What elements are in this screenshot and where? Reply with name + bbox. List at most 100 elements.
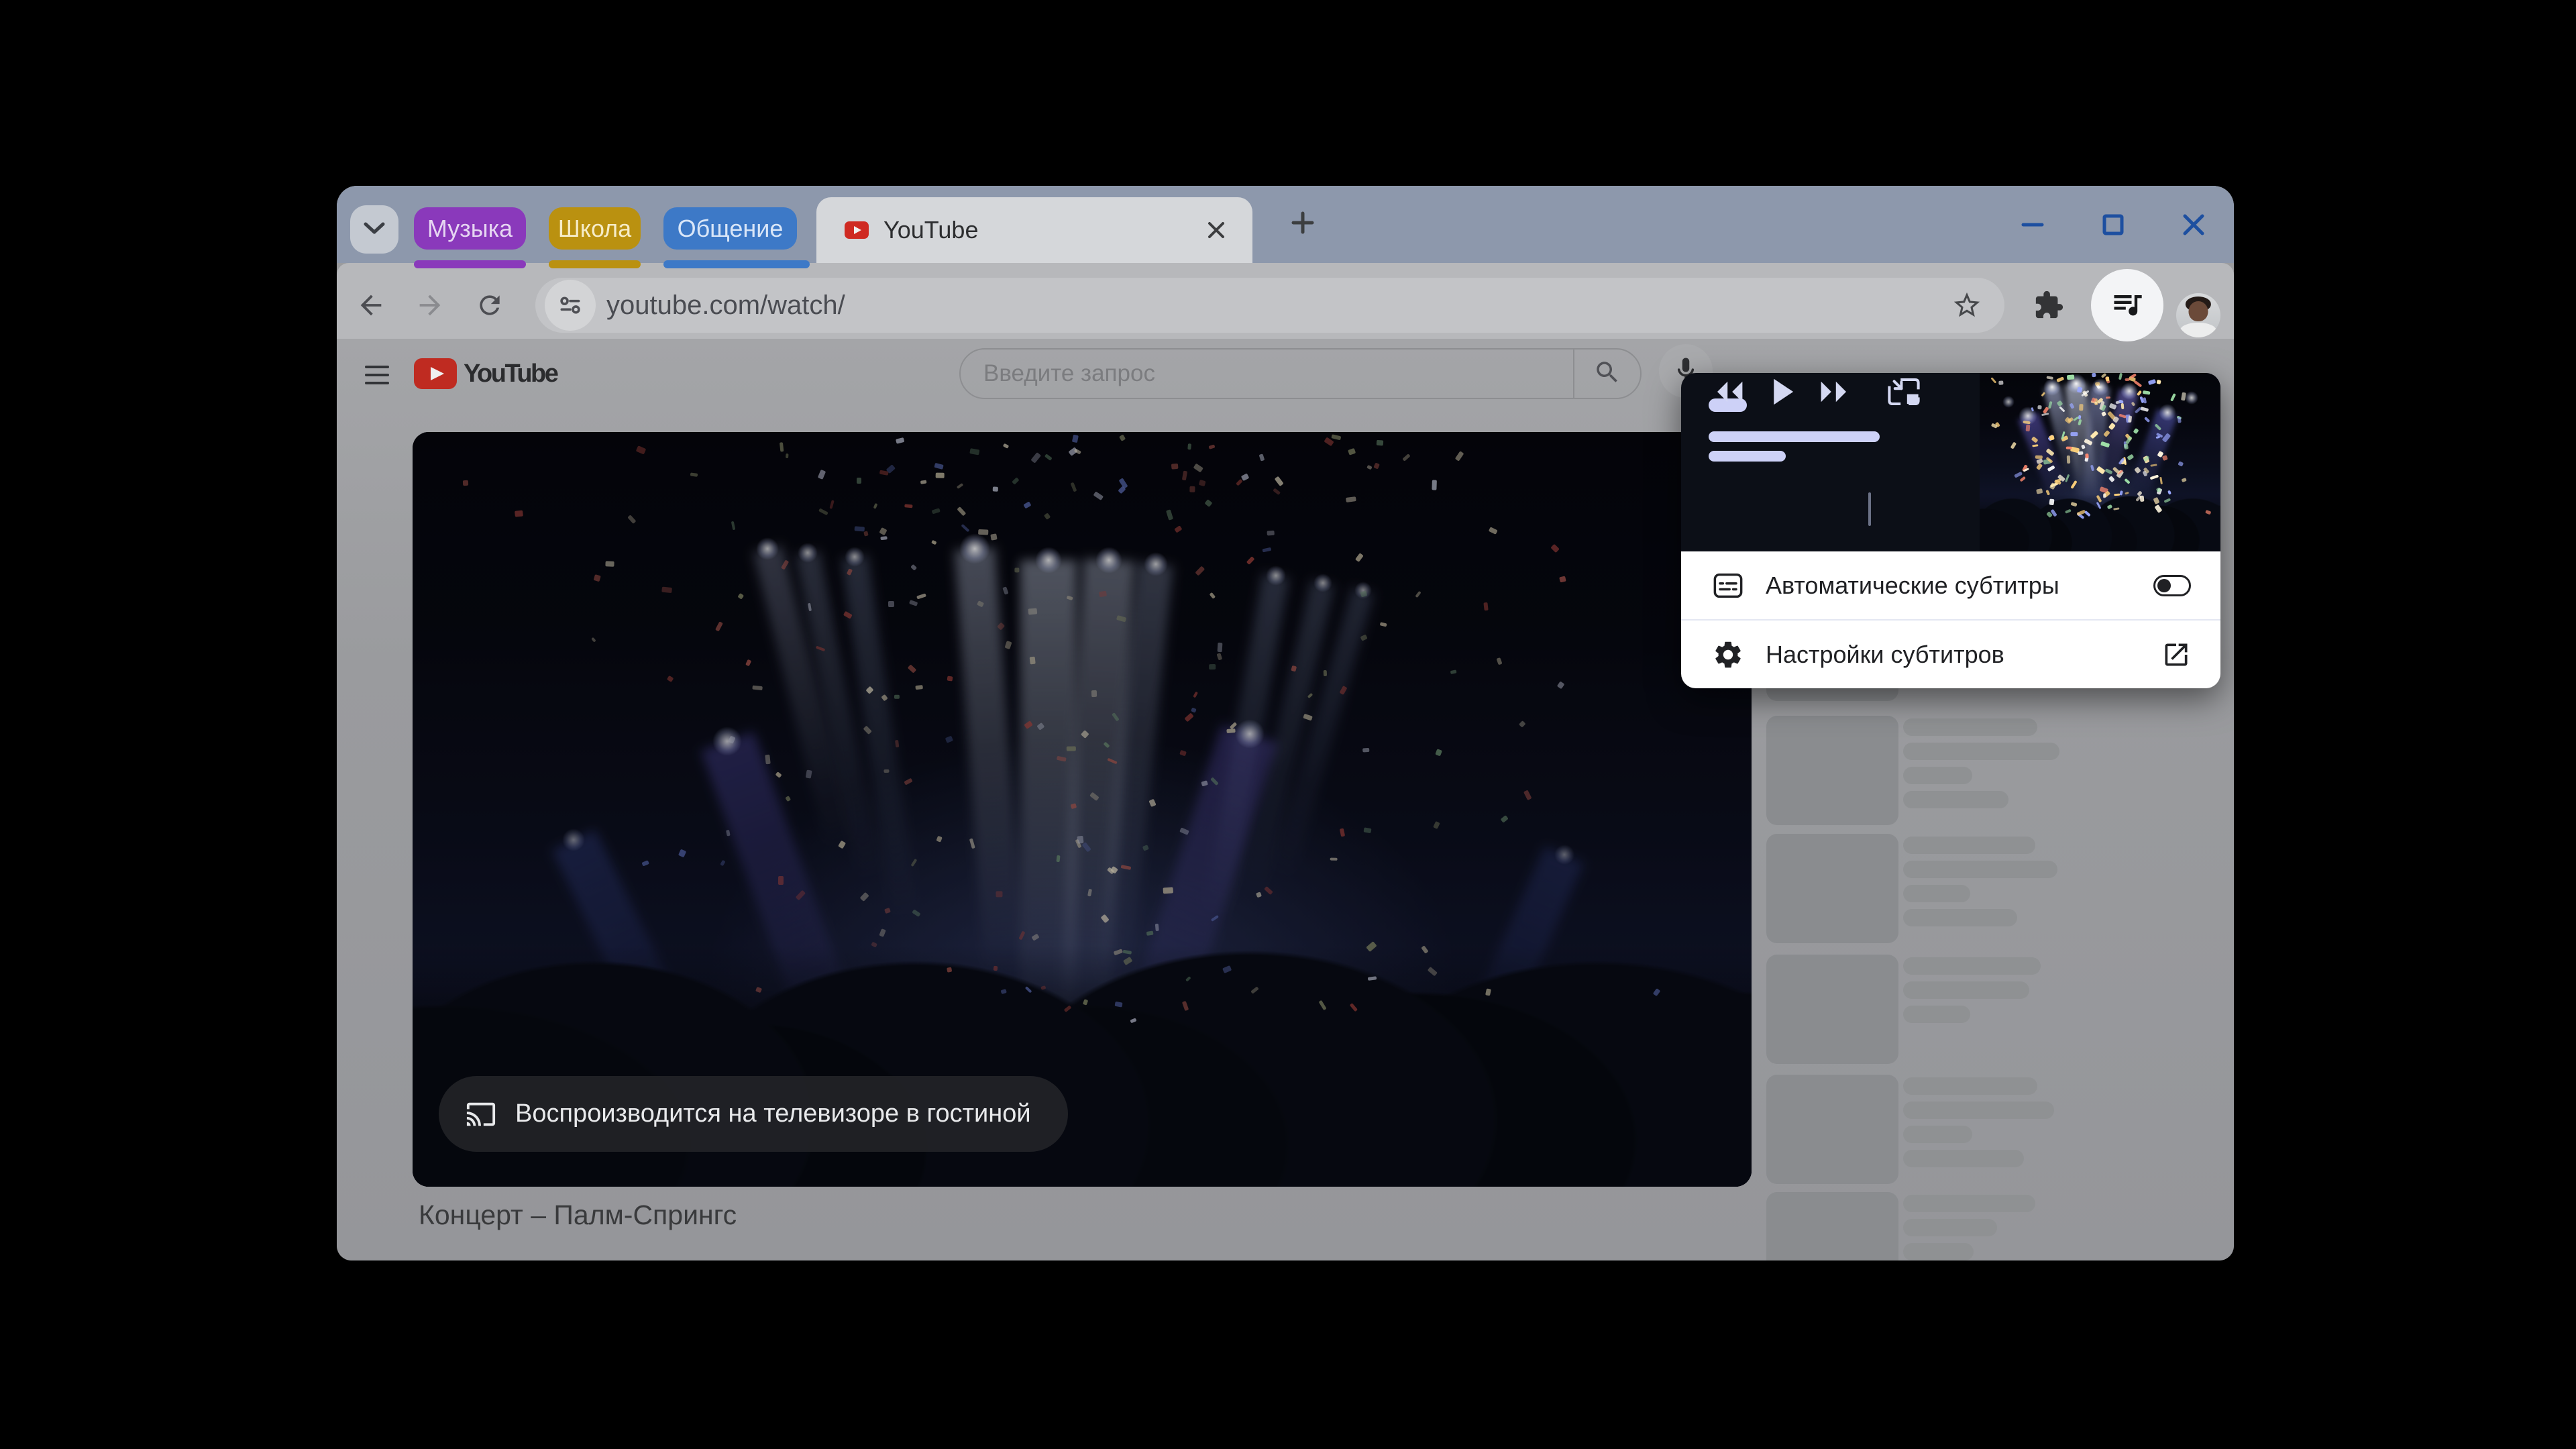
tab-group-label: Общение bbox=[678, 215, 784, 243]
skeleton-line bbox=[1903, 909, 2017, 926]
skeleton-line bbox=[1903, 767, 1972, 784]
tab-group-underline-school bbox=[549, 260, 641, 268]
search-button[interactable] bbox=[1573, 348, 1640, 399]
skeleton-line bbox=[1903, 885, 1970, 902]
concert-video-frame bbox=[413, 432, 1752, 1187]
skeleton-thumbnail bbox=[1766, 716, 1898, 825]
captions-icon bbox=[1711, 571, 1746, 600]
skeleton-line bbox=[1903, 1195, 2035, 1212]
skeleton-line bbox=[1903, 1150, 2024, 1167]
tab-group-school[interactable]: Школа bbox=[549, 207, 641, 250]
media-controls-popup: Автоматические субтитры Настройки субтит… bbox=[1681, 373, 2220, 688]
controls-divider bbox=[1868, 492, 1871, 526]
window-controls bbox=[2011, 186, 2215, 263]
new-tab-button[interactable] bbox=[1284, 205, 1322, 243]
next-track-button[interactable] bbox=[1813, 373, 1856, 411]
tab-group-underline-chat bbox=[663, 260, 810, 268]
extensions-icon[interactable] bbox=[2027, 284, 2070, 327]
skeleton-line bbox=[1903, 957, 2041, 975]
open-in-new-icon bbox=[2161, 640, 2191, 669]
skeleton-line bbox=[1903, 718, 2037, 736]
picture-in-picture-button[interactable] bbox=[1882, 373, 1925, 411]
skeleton-row bbox=[1766, 955, 2222, 1069]
skeleton-thumbnail bbox=[1766, 955, 1898, 1064]
youtube-wordmark: YouTube bbox=[464, 360, 557, 388]
play-button[interactable] bbox=[1762, 373, 1805, 411]
skeleton-line bbox=[1903, 1006, 1970, 1023]
tab-close-button[interactable] bbox=[1199, 213, 1234, 248]
media-title-placeholder bbox=[1709, 431, 1880, 442]
back-button[interactable] bbox=[350, 284, 392, 327]
cast-icon bbox=[466, 1099, 496, 1130]
video-player[interactable]: Воспроизводится на телевизоре в гостиной bbox=[413, 432, 1752, 1187]
browser-window: Музыка Школа Общение YouTube bbox=[337, 186, 2234, 1260]
youtube-logo[interactable]: YouTube bbox=[414, 358, 557, 389]
skeleton-thumbnail bbox=[1766, 834, 1898, 943]
skeleton-line bbox=[1903, 981, 2029, 999]
playlist-music-icon bbox=[2110, 286, 2145, 325]
skeleton-row bbox=[1766, 716, 2222, 830]
captions-menu: Автоматические субтитры Настройки субтит… bbox=[1681, 551, 2220, 688]
cast-status-pill: Воспроизводится на телевизоре в гостиной bbox=[439, 1076, 1068, 1152]
tab-title: YouTube bbox=[883, 216, 1199, 244]
skeleton-line bbox=[1903, 837, 2035, 854]
chevron-down-icon bbox=[363, 221, 386, 239]
tab-group-label: Музыка bbox=[427, 215, 513, 243]
media-session-card bbox=[1681, 373, 2220, 551]
youtube-favicon bbox=[845, 221, 869, 239]
reload-button[interactable] bbox=[468, 284, 511, 327]
tab-group-music[interactable]: Музыка bbox=[414, 207, 526, 250]
gear-icon bbox=[1711, 639, 1746, 671]
tab-group-chat[interactable]: Общение bbox=[663, 207, 797, 250]
media-controls-button[interactable] bbox=[2091, 269, 2163, 341]
skeleton-line bbox=[1903, 1219, 1997, 1236]
menu-item-auto-captions[interactable]: Автоматические субтитры bbox=[1681, 551, 2220, 619]
video-title: Концерт – Палм-Спрингс bbox=[419, 1199, 737, 1231]
auto-captions-toggle-off[interactable] bbox=[2153, 575, 2191, 596]
minimize-button[interactable] bbox=[2011, 203, 2054, 246]
tab-search-button[interactable] bbox=[350, 205, 398, 254]
url-text[interactable]: youtube.com/watch/ bbox=[606, 290, 1945, 321]
close-window-button[interactable] bbox=[2172, 203, 2215, 246]
profile-avatar[interactable] bbox=[2176, 293, 2220, 337]
skeleton-thumbnail bbox=[1766, 1075, 1898, 1184]
skeleton-row bbox=[1766, 834, 2222, 948]
site-controls-icon[interactable] bbox=[545, 280, 596, 331]
cast-status-text: Воспроизводится на телевизоре в гостиной bbox=[515, 1099, 1031, 1128]
tab-youtube[interactable]: YouTube bbox=[816, 197, 1252, 263]
tab-group-label: Школа bbox=[558, 215, 631, 243]
address-bar[interactable]: youtube.com/watch/ bbox=[535, 278, 2004, 333]
menu-item-label: Автоматические субтитры bbox=[1766, 572, 2153, 600]
skeleton-line bbox=[1903, 1102, 2054, 1119]
media-thumbnail bbox=[1980, 373, 2220, 551]
search-icon bbox=[1593, 358, 1621, 390]
skeleton-line bbox=[1903, 861, 2057, 878]
skeleton-line bbox=[1903, 1243, 1974, 1260]
skeleton-line bbox=[1903, 1126, 1972, 1143]
youtube-logo-icon bbox=[414, 358, 457, 389]
forward-button[interactable] bbox=[409, 284, 451, 327]
search-bar[interactable]: Введите запрос bbox=[959, 348, 1642, 399]
skeleton-row bbox=[1766, 1075, 2222, 1189]
tab-group-underline-music bbox=[414, 260, 526, 268]
media-artist-placeholder bbox=[1709, 451, 1786, 462]
previous-track-button[interactable] bbox=[1708, 373, 1751, 411]
skeleton-line bbox=[1903, 1077, 2037, 1095]
skeleton-line bbox=[1903, 743, 2059, 760]
concert-thumbnail-image bbox=[1980, 373, 2220, 551]
maximize-button[interactable] bbox=[2092, 203, 2135, 246]
skeleton-thumbnail bbox=[1766, 1192, 1898, 1260]
skeleton-row bbox=[1766, 1192, 2222, 1260]
avatar-shirt bbox=[2180, 323, 2216, 337]
plus-icon bbox=[1289, 209, 1316, 239]
skeleton-line bbox=[1903, 791, 2008, 808]
avatar-face bbox=[2188, 301, 2208, 321]
search-placeholder: Введите запрос bbox=[983, 360, 1573, 387]
bookmark-star-icon[interactable] bbox=[1945, 284, 1988, 327]
menu-item-label: Настройки субтитров bbox=[1766, 641, 2161, 669]
desktop-background: Музыка Школа Общение YouTube bbox=[0, 0, 2576, 1449]
tab-strip: Музыка Школа Общение YouTube bbox=[337, 186, 2234, 263]
browser-toolbar: youtube.com/watch/ bbox=[337, 263, 2234, 339]
menu-item-caption-settings[interactable]: Настройки субтитров bbox=[1681, 621, 2220, 688]
menu-hamburger-icon[interactable] bbox=[365, 362, 389, 388]
